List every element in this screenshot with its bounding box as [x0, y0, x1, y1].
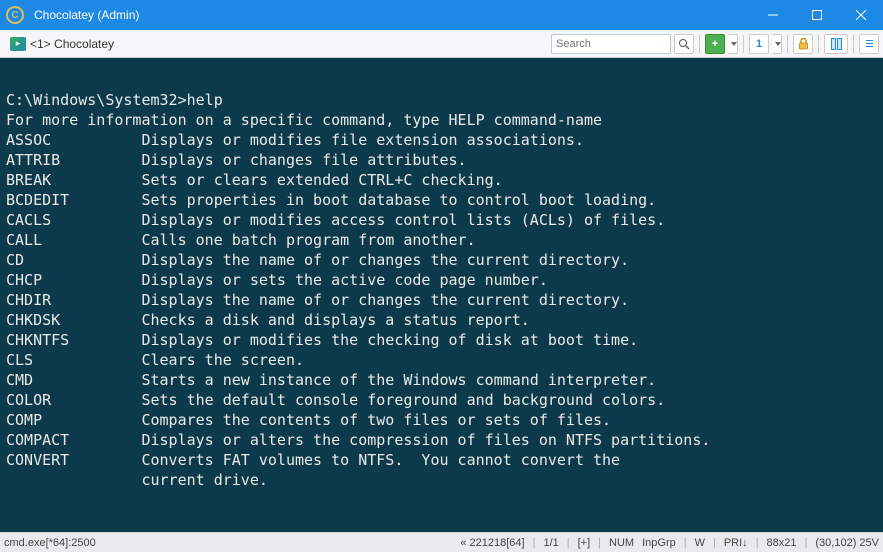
window-title: Chocolatey (Admin): [30, 8, 751, 22]
status-mode: [+]: [578, 537, 591, 549]
status-page: 1/1: [543, 537, 558, 549]
status-w: W: [695, 537, 705, 549]
status-process: cmd.exe[*64]:2500: [4, 537, 96, 549]
status-bar: cmd.exe[*64]:2500 « 221218[64] | 1/1 | […: [0, 532, 883, 552]
terminal-output[interactable]: C:\Windows\System32>help For more inform…: [0, 58, 883, 532]
status-pri: PRI↓: [724, 537, 748, 549]
lock-button[interactable]: [793, 34, 813, 54]
console-icon: ▸: [10, 37, 26, 51]
status-inpgrp: InpGrp: [642, 537, 676, 549]
window-number-button[interactable]: 1: [749, 34, 769, 54]
status-pos: (30,102) 25V: [815, 537, 879, 549]
new-tab-button[interactable]: +: [705, 34, 725, 54]
search-input[interactable]: [551, 34, 671, 54]
menu-button[interactable]: [859, 34, 879, 54]
console-tab[interactable]: ▸ <1> Chocolatey: [4, 36, 120, 52]
status-num: NUM: [609, 537, 634, 549]
tab-label: <1> Chocolatey: [30, 37, 114, 51]
close-button[interactable]: [839, 0, 883, 30]
new-tab-dropdown[interactable]: [728, 34, 738, 54]
window-number-dropdown[interactable]: [772, 34, 782, 54]
toolbar: ▸ <1> Chocolatey + 1: [0, 30, 883, 58]
status-build: « 221218[64]: [460, 537, 524, 549]
search-button[interactable]: [674, 34, 694, 54]
app-icon: C: [0, 6, 30, 24]
minimize-button[interactable]: [751, 0, 795, 30]
split-view-button[interactable]: [824, 34, 848, 54]
maximize-button[interactable]: [795, 0, 839, 30]
window-titlebar: C Chocolatey (Admin): [0, 0, 883, 30]
status-size: 88x21: [767, 537, 797, 549]
